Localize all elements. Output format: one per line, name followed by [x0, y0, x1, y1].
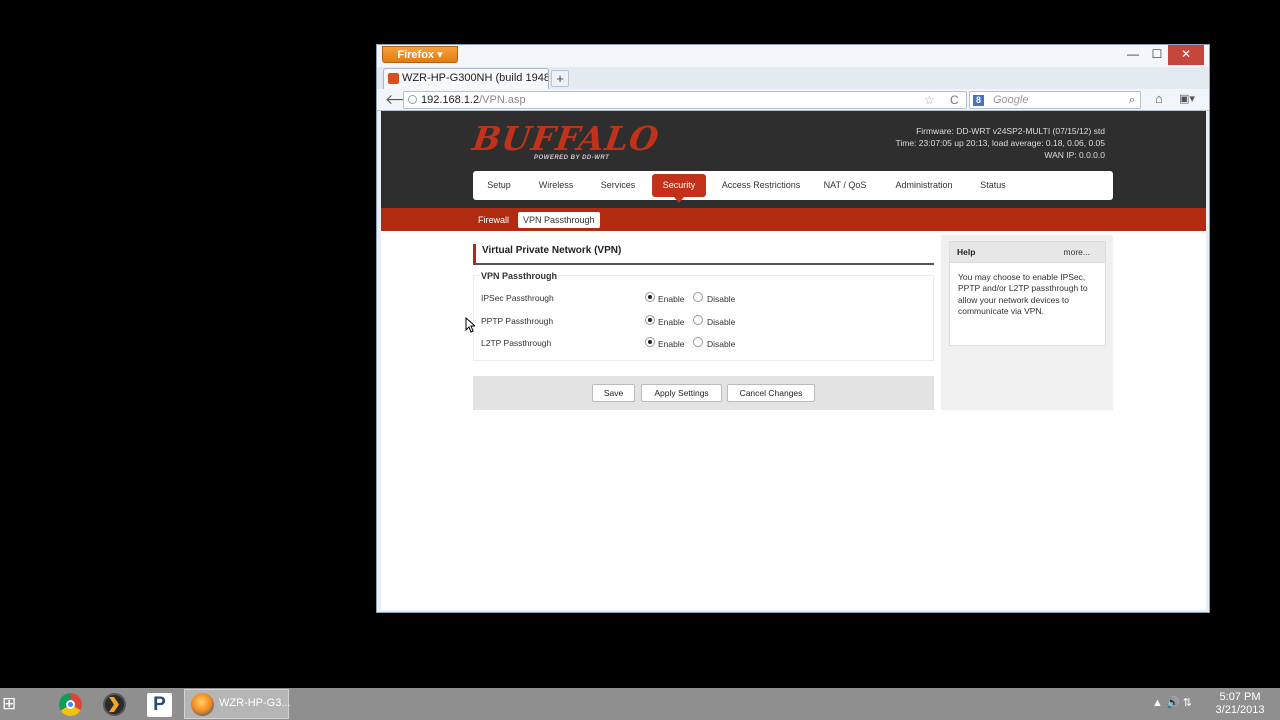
clock-time: 5:07 PM [1219, 691, 1261, 703]
taskbar: ⊞ P WZR-HP-G3... ▲ 🔊 ⇅ 5:07 PM 3/21/2013 [0, 688, 1280, 720]
button-bar: Save Apply Settings Cancel Changes [473, 376, 934, 410]
home-icon[interactable]: ⌂ [1155, 91, 1163, 106]
menu-access-restrictions[interactable]: Access Restrictions [719, 174, 803, 197]
browser-tab[interactable]: WZR-HP-G300NH (build 19484)... [383, 68, 549, 89]
plex-chevron-icon [109, 697, 119, 712]
buffalo-logo: BUFFALO [470, 119, 662, 158]
cancel-changes-button[interactable]: Cancel Changes [727, 384, 815, 402]
menu-status[interactable]: Status [975, 174, 1011, 197]
ipsec-disable-radio[interactable] [693, 292, 703, 302]
logo-subtitle: POWERED BY DD-WRT [534, 155, 610, 161]
web-page: BUFFALO POWERED BY DD-WRT Firmware: DD-W… [381, 111, 1206, 610]
enable-label: Enable [658, 339, 685, 349]
clock-date: 3/21/2013 [1215, 704, 1265, 716]
pptp-disable-radio[interactable] [693, 315, 703, 325]
router-favicon-icon [388, 73, 399, 84]
pptp-label: PPTP Passthrough [481, 316, 554, 326]
disable-label: Disable [707, 294, 736, 304]
menu-services[interactable]: Services [595, 174, 641, 197]
menu-security[interactable]: Security [652, 174, 706, 203]
title-bar: Firefox ▾ — ☐ ✕ [377, 45, 1209, 67]
fieldset-legend: VPN Passthrough [480, 271, 559, 281]
enable-label: Enable [658, 294, 685, 304]
pptp-enable-radio[interactable] [645, 315, 655, 325]
close-button[interactable]: ✕ [1168, 45, 1204, 65]
address-bar[interactable]: 192.168.1.2/VPN.asp ☆ C [403, 91, 967, 109]
pando-icon: P [147, 693, 172, 717]
l2tp-label: L2TP Passthrough [481, 338, 552, 348]
chrome-taskbar-button[interactable] [50, 690, 90, 718]
back-arrow-icon[interactable]: 🡐 [385, 91, 423, 109]
windows-start-icon[interactable]: ⊞ [2, 693, 32, 717]
browser-window: Firefox ▾ — ☐ ✕ WZR-HP-G300NH (build 194… [376, 44, 1210, 613]
menu-wireless[interactable]: Wireless [533, 174, 579, 197]
tab-bar: WZR-HP-G300NH (build 19484)... + [377, 67, 1209, 89]
l2tp-enable-radio[interactable] [645, 337, 655, 347]
wan-ip-text: WAN IP: 0.0.0.0 [1044, 150, 1105, 160]
url-host: 192.168.1.2 [421, 94, 480, 106]
save-button[interactable]: Save [592, 384, 635, 402]
apply-settings-button[interactable]: Apply Settings [641, 384, 722, 402]
menu-setup[interactable]: Setup [481, 174, 517, 197]
sub-menu: Firewall VPN Passthrough [381, 208, 1206, 231]
bookmarks-menu-icon[interactable]: ▣▾ [1179, 92, 1197, 106]
pptp-row: PPTP Passthrough Enable Disable [481, 314, 921, 328]
firmware-text: Firmware: DD-WRT v24SP2-MULTI (07/15/12)… [916, 126, 1105, 136]
help-more-link[interactable]: more... [1064, 242, 1090, 263]
system-tray-icons[interactable]: ▲ 🔊 ⇅ [1152, 696, 1192, 709]
help-text: You may choose to enable IPSec, PPTP and… [958, 272, 1088, 316]
ipsec-label: IPSec Passthrough [481, 293, 554, 303]
search-input[interactable]: 8 Google ⌕ [969, 91, 1141, 109]
bookmark-star-icon[interactable]: ☆ [924, 92, 935, 108]
disable-label: Disable [707, 339, 736, 349]
chrome-icon-center [66, 700, 75, 709]
help-title: Help [957, 247, 976, 257]
uptime-text: Time: 23:07:05 up 20:13, load average: 0… [895, 138, 1105, 148]
minimize-button[interactable]: — [1121, 45, 1145, 65]
l2tp-row: L2TP Passthrough Enable Disable [481, 336, 921, 350]
l2tp-disable-radio[interactable] [693, 337, 703, 347]
firefox-taskbar-button[interactable]: WZR-HP-G3... [184, 689, 291, 719]
help-header: Help more... [950, 242, 1105, 263]
search-icon[interactable]: ⌕ [1129, 92, 1135, 108]
help-panel: Help more... You may choose to enable IP… [941, 235, 1113, 410]
menu-nat-qos[interactable]: NAT / QoS [821, 174, 869, 197]
globe-icon [408, 95, 417, 104]
vpn-fieldset: VPN Passthrough IPSec Passthrough Enable… [473, 271, 934, 361]
search-engine-icon[interactable]: 8 [973, 95, 984, 106]
reload-icon[interactable]: C [950, 92, 959, 108]
section-title: Virtual Private Network (VPN) [473, 244, 934, 265]
router-info: Firmware: DD-WRT v24SP2-MULTI (07/15/12)… [895, 125, 1105, 161]
taskbar-clock[interactable]: 5:07 PM 3/21/2013 [1210, 691, 1270, 717]
submenu-vpn-passthrough[interactable]: VPN Passthrough [518, 212, 600, 228]
router-header: BUFFALO POWERED BY DD-WRT Firmware: DD-W… [381, 111, 1206, 208]
tab-title: WZR-HP-G300NH (build 19484)... [402, 72, 549, 84]
disable-label: Disable [707, 317, 736, 327]
submenu-firewall[interactable]: Firewall [473, 212, 514, 228]
navigation-toolbar: 🡐 192.168.1.2/VPN.asp ☆ C 8 Google ⌕ ⌂ ▣… [377, 89, 1209, 111]
ipsec-enable-radio[interactable] [645, 292, 655, 302]
firefox-icon [191, 693, 214, 716]
main-menu: Setup Wireless Services Security Access … [473, 171, 1113, 203]
search-placeholder: Google [993, 94, 1029, 106]
ipsec-row: IPSec Passthrough Enable Disable [481, 291, 921, 305]
maximize-button[interactable]: ☐ [1145, 45, 1169, 65]
url-path: /VPN.asp [479, 94, 526, 106]
new-tab-button[interactable]: + [551, 70, 569, 87]
menu-administration[interactable]: Administration [891, 174, 957, 197]
mouse-cursor-icon [465, 317, 475, 333]
enable-label: Enable [658, 317, 685, 327]
taskbar-window-title: WZR-HP-G3... [219, 697, 291, 709]
help-box: Help more... You may choose to enable IP… [949, 241, 1106, 346]
plex-taskbar-button[interactable] [94, 690, 134, 718]
pando-taskbar-button[interactable]: P [140, 690, 180, 718]
firefox-menu-button[interactable]: Firefox ▾ [382, 46, 458, 63]
